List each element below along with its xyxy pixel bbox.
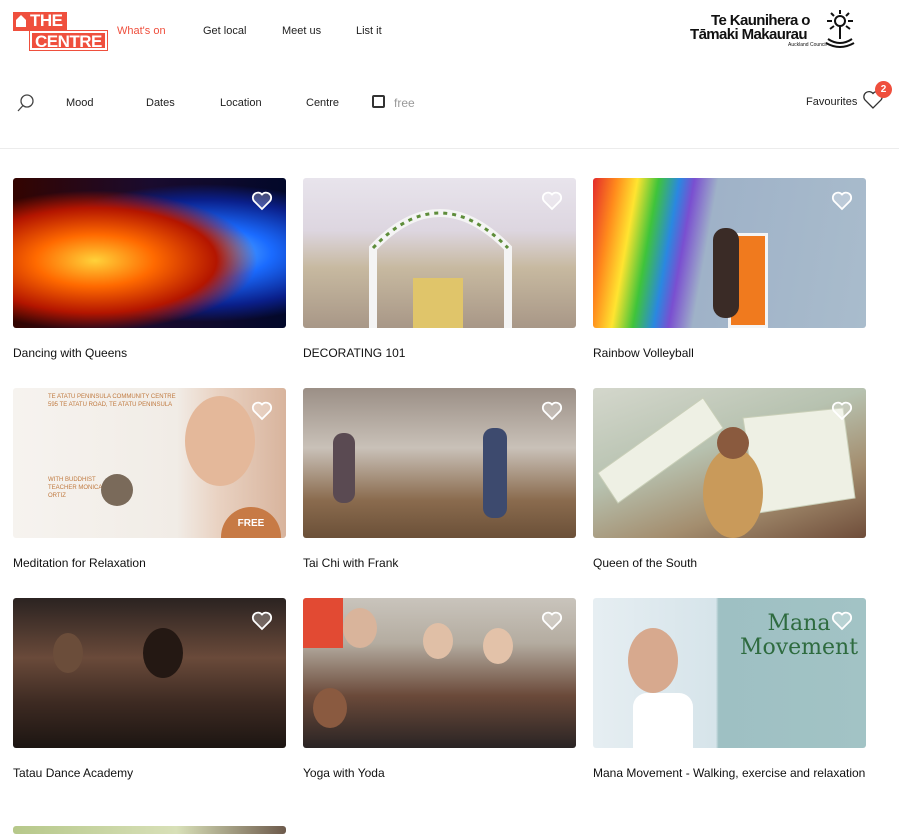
filter-centre[interactable]: Centre	[306, 97, 339, 109]
dancer-shirt	[633, 693, 693, 748]
event-image[interactable]	[13, 826, 286, 834]
event-title[interactable]: Meditation for Relaxation	[13, 554, 286, 572]
nav-list-it[interactable]: List it	[356, 25, 382, 37]
event-title[interactable]: DECORATING 101	[303, 344, 576, 362]
event-card[interactable]: Rainbow Volleyball	[593, 178, 866, 362]
event-card[interactable]: DECORATING 101	[303, 178, 576, 362]
event-card[interactable]: Tatau Dance Academy	[13, 598, 286, 782]
event-title[interactable]: Yoga with Yoda	[303, 764, 576, 782]
poster-teacher-text: WITH BUDDHIST TEACHER MONICA ORTIZ	[48, 477, 103, 499]
event-image[interactable]: TE ATATU PENINSULA COMMUNITY CENTRE 595 …	[13, 388, 286, 538]
person-figure	[483, 428, 507, 518]
favourite-heart-icon[interactable]	[541, 611, 563, 631]
council-name-line3: Auckland Council	[788, 42, 827, 48]
favourite-heart-icon[interactable]	[541, 401, 563, 421]
filter-bar: Mood Dates Location Centre free Favourit…	[0, 80, 899, 126]
event-title[interactable]: Mana Movement - Walking, exercise and re…	[593, 764, 866, 782]
dancer-figure	[143, 628, 183, 678]
council-name-line2: Tāmaki Makaurau	[690, 26, 807, 43]
free-tag: FREE	[221, 507, 281, 538]
header-divider	[0, 148, 899, 149]
event-image[interactable]	[593, 178, 866, 328]
auckland-council-logo[interactable]: Te Kaunihera o Tāmaki Makaurau Auckland …	[690, 9, 860, 51]
favourite-heart-icon[interactable]	[251, 191, 273, 211]
event-card[interactable]: Tai Chi with Frank	[303, 388, 576, 572]
player-figure	[713, 228, 739, 318]
event-card[interactable]: Yoga with Yoda	[303, 598, 576, 782]
filter-dates[interactable]: Dates	[146, 97, 175, 109]
nav-get-local[interactable]: Get local	[203, 25, 246, 37]
dancer-figure	[53, 633, 83, 673]
event-image[interactable]	[13, 598, 286, 748]
teacher-photo	[101, 474, 133, 506]
favourite-heart-icon[interactable]	[541, 191, 563, 211]
event-title[interactable]: Queen of the South	[593, 554, 866, 572]
favourite-heart-icon[interactable]	[251, 611, 273, 631]
smiling-woman-photo	[185, 396, 255, 486]
the-centre-logo[interactable]: THE CENTRE	[13, 12, 108, 51]
free-checkbox[interactable]	[372, 95, 385, 108]
person-figure	[333, 433, 355, 503]
event-title[interactable]: Dancing with Queens	[13, 344, 286, 362]
event-image[interactable]: Mana Movement	[593, 598, 866, 748]
event-card[interactable]: TE ATATU PENINSULA COMMUNITY CENTRE 595 …	[13, 388, 286, 572]
favourite-heart-icon[interactable]	[831, 611, 853, 631]
face	[483, 628, 513, 664]
arch-illustration	[369, 209, 512, 328]
poster-header-text: TE ATATU PENINSULA COMMUNITY CENTRE 595 …	[48, 394, 176, 408]
dancer-photo	[628, 628, 678, 693]
filter-mood[interactable]: Mood	[66, 97, 94, 109]
event-title[interactable]: Tai Chi with Frank	[303, 554, 576, 572]
house-icon	[16, 15, 26, 27]
pohutukawa-icon	[825, 10, 855, 48]
face	[343, 608, 377, 648]
favourite-heart-icon[interactable]	[831, 401, 853, 421]
face	[313, 688, 347, 728]
ticket-illustration	[597, 397, 856, 538]
free-label[interactable]: free	[394, 96, 415, 110]
search-icon[interactable]	[16, 93, 36, 113]
face	[423, 623, 453, 659]
favourites-count-badge: 2	[875, 81, 892, 98]
filter-location[interactable]: Location	[220, 97, 262, 109]
logo-line2: CENTRE	[29, 30, 108, 51]
event-card[interactable]: Dancing with Queens	[13, 178, 286, 362]
event-image[interactable]	[593, 388, 866, 538]
event-title[interactable]: Tatau Dance Academy	[13, 764, 286, 782]
favourite-heart-icon[interactable]	[251, 401, 273, 421]
favourites-label[interactable]: Favourites	[806, 96, 857, 108]
top-navigation: THE CENTRE What's on Get local Meet us L…	[0, 0, 899, 62]
event-image[interactable]	[303, 388, 576, 538]
nav-meet-us[interactable]: Meet us	[282, 25, 321, 37]
event-title[interactable]: Rainbow Volleyball	[593, 344, 866, 362]
event-card[interactable]	[13, 826, 286, 834]
red-wall	[303, 598, 343, 648]
event-card[interactable]: Queen of the South	[593, 388, 866, 572]
event-image[interactable]	[303, 178, 576, 328]
event-image[interactable]	[303, 598, 576, 748]
event-image[interactable]	[13, 178, 286, 328]
event-card[interactable]: Mana Movement Mana Movement - Walking, e…	[593, 598, 866, 782]
favourite-heart-icon[interactable]	[831, 191, 853, 211]
nav-whats-on[interactable]: What's on	[117, 25, 166, 37]
